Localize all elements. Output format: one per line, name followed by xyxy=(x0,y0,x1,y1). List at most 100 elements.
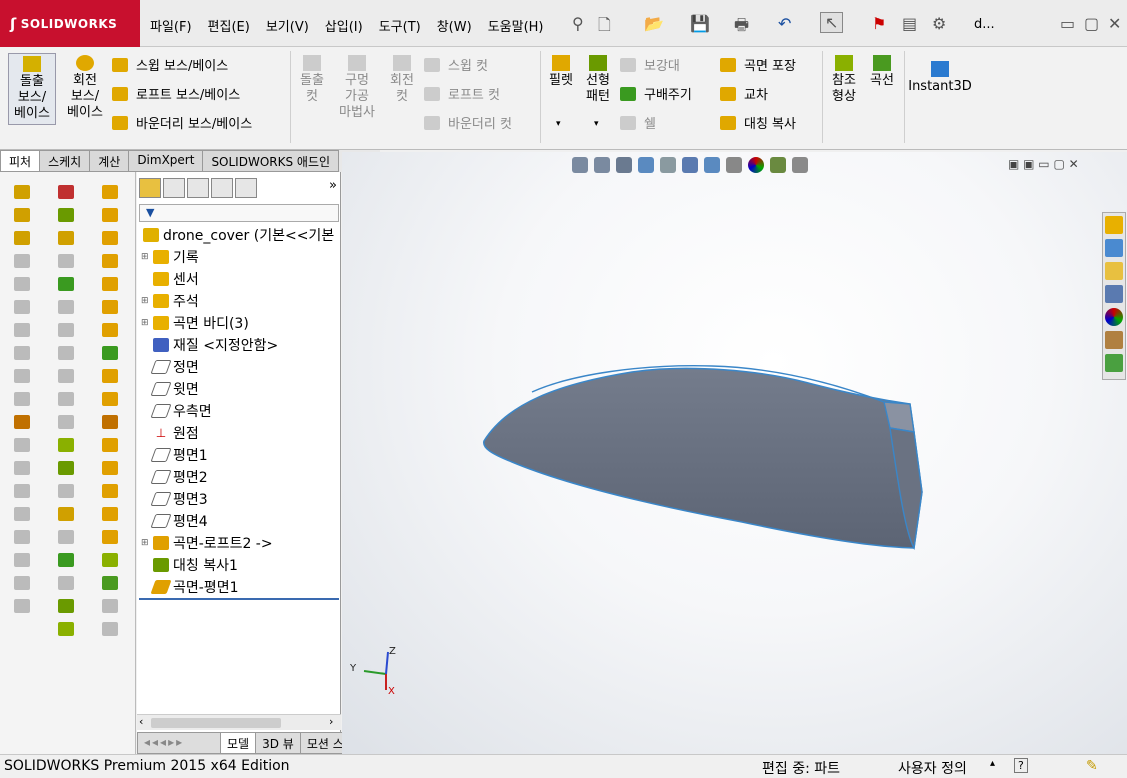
tool-icon[interactable] xyxy=(102,461,118,475)
help-icon[interactable]: ? xyxy=(1014,758,1028,773)
tab-sketch[interactable]: 스케치 xyxy=(39,150,91,172)
tree-item-plane2[interactable]: 평면2 xyxy=(141,466,208,488)
tree-item-plane3[interactable]: 평면3 xyxy=(141,488,208,510)
tree-item-mirror1[interactable]: 대칭 복사1 xyxy=(141,554,238,576)
instant3d-button[interactable]: Instant3D xyxy=(908,61,972,95)
minimize-icon[interactable]: ▭ xyxy=(1060,14,1075,33)
tool-icon[interactable] xyxy=(14,507,30,521)
tree-item-planar-surface1[interactable]: 곡면-평면1 xyxy=(141,576,238,598)
units-dropdown-icon[interactable]: ▴ xyxy=(990,758,995,769)
display-manager-tab-icon[interactable] xyxy=(235,178,257,198)
tree-item-front-plane[interactable]: 정면 xyxy=(141,356,199,378)
draft-button[interactable]: 구배주기 xyxy=(620,84,692,103)
extrude-cut-button[interactable]: 돌출 컷 xyxy=(294,55,330,105)
rebuild-status-icon[interactable]: ✎ xyxy=(1086,758,1098,774)
tool-icon[interactable] xyxy=(102,599,118,613)
save-icon[interactable]: 💾 xyxy=(690,14,710,33)
tool-icon[interactable] xyxy=(102,622,118,636)
tree-item-surface-bodies[interactable]: ⊞ 곡면 바디(3) xyxy=(141,312,249,334)
tool-icon[interactable] xyxy=(14,438,30,452)
new-icon[interactable]: 🗋 xyxy=(598,14,611,41)
boundary-boss-button[interactable]: 바운더리 보스/베이스 xyxy=(112,113,252,132)
menu-insert[interactable]: 삽입(I) xyxy=(317,16,371,35)
tree-item-plane1[interactable]: 평면1 xyxy=(141,444,208,466)
tool-icon[interactable] xyxy=(102,277,118,291)
tool-icon[interactable] xyxy=(58,461,74,475)
tool-icon[interactable] xyxy=(14,461,30,475)
tool-icon[interactable] xyxy=(58,484,74,498)
rib-button[interactable]: 보강대 xyxy=(620,55,680,74)
tool-icon[interactable] xyxy=(14,346,30,360)
restore-icon[interactable]: ▢ xyxy=(1084,14,1099,33)
tree-item-plane4[interactable]: 평면4 xyxy=(141,510,208,532)
tree-root[interactable]: drone_cover (기본<<기본 xyxy=(141,224,334,246)
configuration-tab-icon[interactable] xyxy=(187,178,209,198)
tool-icon[interactable] xyxy=(14,369,30,383)
menu-window[interactable]: 창(W) xyxy=(429,16,480,35)
tool-icon[interactable] xyxy=(58,530,74,544)
scroll-left-icon[interactable]: ‹ xyxy=(139,715,143,728)
menu-tools[interactable]: 도구(T) xyxy=(371,16,429,35)
tool-icon[interactable] xyxy=(14,576,30,590)
tool-icon[interactable] xyxy=(58,185,74,199)
design-library-icon[interactable] xyxy=(1105,239,1123,257)
tool-icon[interactable] xyxy=(58,277,74,291)
tool-icon[interactable] xyxy=(14,415,30,429)
tool-icon[interactable] xyxy=(14,277,30,291)
custom-properties-icon[interactable] xyxy=(1105,331,1123,349)
print-icon[interactable]: 🖶 xyxy=(734,14,749,41)
tool-icon[interactable] xyxy=(102,300,118,314)
expand-panel-icon[interactable]: » xyxy=(329,178,337,200)
tool-icon[interactable] xyxy=(102,415,118,429)
file-explorer-icon[interactable] xyxy=(1105,262,1123,280)
tree-horizontal-scrollbar[interactable]: ‹ › xyxy=(137,714,341,730)
appearances-icon[interactable] xyxy=(1105,308,1123,326)
tool-icon[interactable] xyxy=(102,254,118,268)
fillet-dropdown-icon[interactable]: ▾ xyxy=(556,119,561,129)
tree-item-material[interactable]: 재질 <지정안함> xyxy=(141,334,278,356)
tab-features[interactable]: 피처 xyxy=(0,150,41,172)
close-icon[interactable]: ✕ xyxy=(1108,14,1121,33)
tool-icon[interactable] xyxy=(14,392,30,406)
tool-icon[interactable] xyxy=(102,185,118,199)
tool-icon[interactable] xyxy=(58,415,74,429)
tool-icon[interactable] xyxy=(102,208,118,222)
tool-icon[interactable] xyxy=(58,323,74,337)
tab-model[interactable]: 모델 xyxy=(220,732,257,754)
tab-scroll-buttons[interactable]: ◂◂◂▸▸ xyxy=(137,732,221,754)
property-manager-tab-icon[interactable] xyxy=(163,178,185,198)
drone-cover-surface[interactable] xyxy=(483,367,923,549)
reference-geometry-button[interactable]: 참조 형상 xyxy=(826,55,862,105)
menu-view[interactable]: 보기(V) xyxy=(258,16,317,35)
tool-icon[interactable] xyxy=(14,553,30,567)
tree-item-top-plane[interactable]: 윗면 xyxy=(141,378,199,400)
options-icon[interactable]: ⚙ xyxy=(932,14,946,33)
tool-icon[interactable] xyxy=(102,530,118,544)
tool-icon[interactable] xyxy=(14,254,30,268)
graphics-area[interactable]: ▣ ▣ ▭ ▢ ✕ Y Z X xyxy=(342,152,1127,754)
file-properties-icon[interactable]: ▤ xyxy=(902,14,917,33)
tool-icon[interactable] xyxy=(14,484,30,498)
tool-icon[interactable] xyxy=(102,438,118,452)
units-selector[interactable]: 사용자 정의 xyxy=(898,758,967,778)
select-icon[interactable]: ↖ xyxy=(820,12,844,33)
tool-icon[interactable] xyxy=(102,507,118,521)
tool-icon[interactable] xyxy=(102,369,118,383)
tree-item-history[interactable]: ⊞ 기록 xyxy=(141,246,199,268)
loft-boss-button[interactable]: 로프트 보스/베이스 xyxy=(112,84,240,103)
tool-icon[interactable] xyxy=(14,231,30,245)
tool-icon[interactable] xyxy=(14,208,30,222)
solidworks-logo[interactable]: ʃ SOLIDWORKS xyxy=(0,0,140,47)
linear-pattern-button[interactable]: 선형 패턴 xyxy=(580,55,616,105)
open-icon[interactable]: 📂 xyxy=(644,14,664,33)
forum-icon[interactable] xyxy=(1105,354,1123,372)
pattern-dropdown-icon[interactable]: ▾ xyxy=(594,119,599,129)
extrude-boss-button[interactable]: 돌출 보스/베이스 xyxy=(8,53,56,125)
tab-dimxpert[interactable]: DimXpert xyxy=(128,150,204,172)
rollback-bar[interactable] xyxy=(139,598,339,600)
tool-icon[interactable] xyxy=(58,300,74,314)
curves-button[interactable]: 곡선 xyxy=(864,55,900,89)
tool-icon[interactable] xyxy=(58,346,74,360)
tree-item-surface-loft2[interactable]: ⊞ 곡면-로프트2 -> xyxy=(141,532,273,554)
tool-icon[interactable] xyxy=(58,622,74,636)
